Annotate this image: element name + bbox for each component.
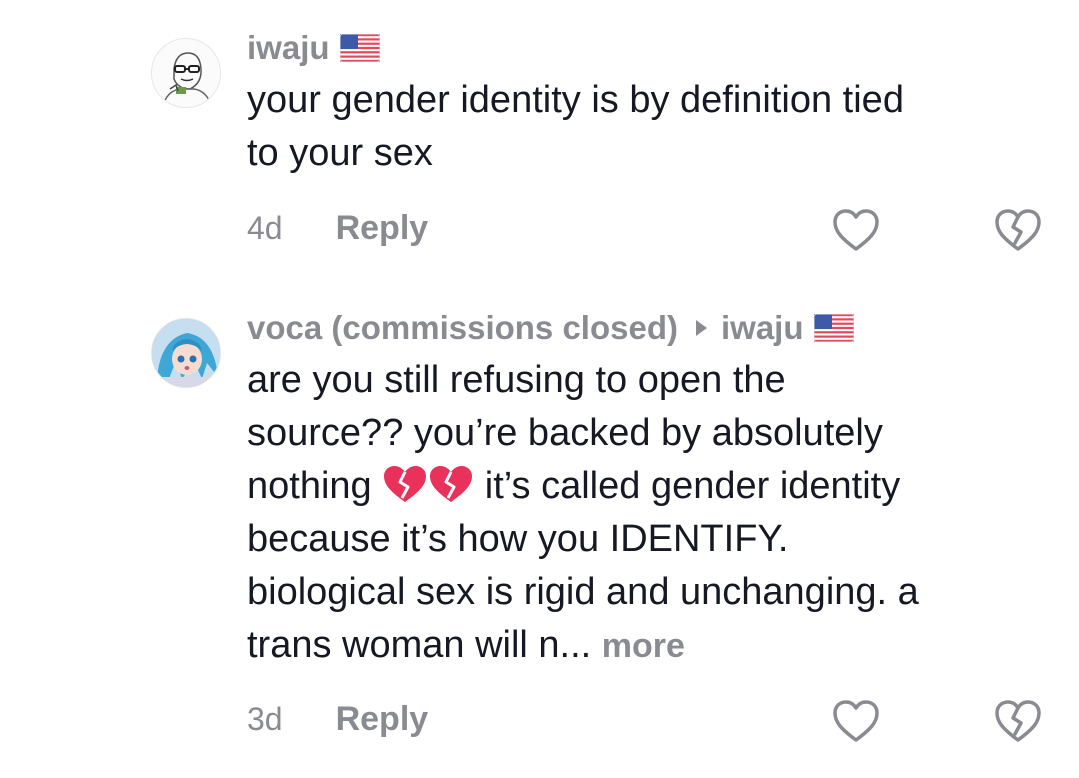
like-button[interactable] (831, 698, 881, 744)
dislike-button[interactable] (993, 207, 1043, 253)
comment-text: are you still refusing to open the sourc… (247, 354, 1047, 673)
comment-meta: 4d Reply (247, 203, 428, 253)
username[interactable]: voca (commissions closed) (247, 308, 678, 348)
comment-age: 3d (247, 700, 283, 737)
broken-heart-emoji-icon (384, 466, 427, 502)
comment-username-line: iwaju (247, 28, 1047, 68)
username[interactable]: iwaju (247, 28, 330, 68)
reply-to-username[interactable]: iwaju (721, 308, 804, 348)
avatar[interactable] (151, 38, 221, 108)
reply-button[interactable]: Reply (336, 700, 429, 739)
comment-meta: 3d Reply (247, 694, 428, 744)
avatar-sketch-icon (152, 39, 220, 107)
broken-heart-outline-icon (995, 700, 1041, 742)
heart-outline-icon (833, 209, 879, 251)
like-button[interactable] (831, 207, 881, 253)
heart-outline-icon (833, 700, 879, 742)
comment-text: your gender identity is by definition ti… (247, 79, 904, 174)
broken-heart-emoji (382, 465, 474, 507)
avatar[interactable] (151, 318, 221, 388)
comment-age: 4d (247, 209, 283, 246)
us-flag-icon (339, 34, 380, 62)
avatar-anime-icon (152, 319, 220, 387)
comment-username-line: voca (commissions closed) iwaju (247, 308, 1047, 348)
reply-button[interactable]: Reply (336, 209, 429, 248)
us-flag-icon (813, 314, 854, 342)
more-link[interactable]: more (602, 627, 685, 665)
reply-arrow-icon (695, 320, 707, 336)
broken-heart-emoji-icon (430, 466, 473, 502)
dislike-button[interactable] (993, 698, 1043, 744)
broken-heart-outline-icon (995, 209, 1041, 251)
